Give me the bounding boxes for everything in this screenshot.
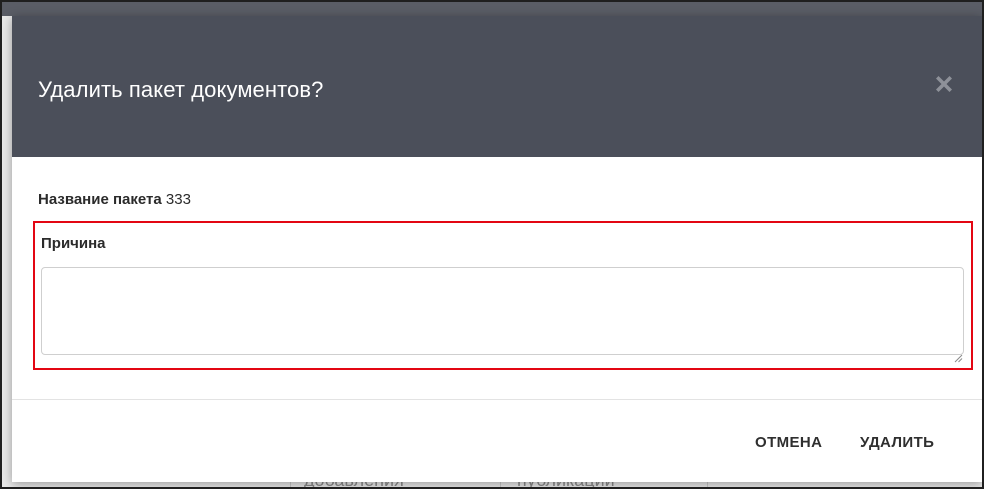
reason-textarea[interactable] <box>41 267 964 355</box>
background-topbar <box>2 2 982 16</box>
delete-button[interactable]: УДАЛИТЬ <box>860 434 934 451</box>
dialog-title: Удалить пакет документов? <box>38 77 324 102</box>
reason-label: Причина <box>41 235 106 252</box>
cancel-button[interactable]: ОТМЕНА <box>755 434 822 451</box>
reason-section-highlight: Причина <box>33 221 973 370</box>
package-name-label: Название пакета <box>38 191 162 208</box>
close-button[interactable] <box>932 72 956 96</box>
footer-divider <box>12 399 982 400</box>
package-name-value: 333 <box>165 191 191 208</box>
delete-package-dialog: Удалить пакет документов? Название пакет… <box>12 16 982 482</box>
package-name-row: Название пакета 333 <box>38 191 191 208</box>
dialog-header: Удалить пакет документов? <box>12 16 982 157</box>
screenshot-frame: добавления публикации Удалить пакет доку… <box>0 0 984 489</box>
resize-handle-icon[interactable] <box>953 350 963 363</box>
close-x-icon <box>932 72 956 96</box>
